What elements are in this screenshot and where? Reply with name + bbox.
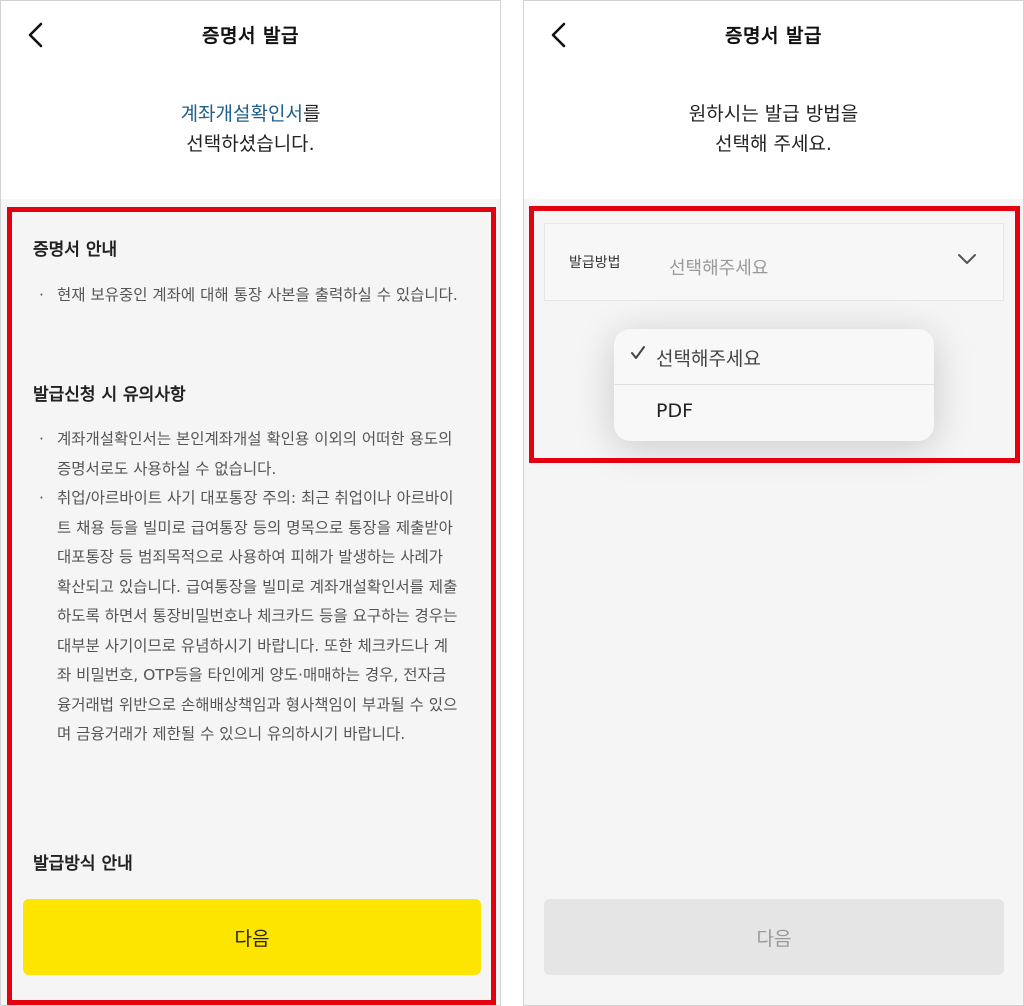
method-intro: 원하시는 발급 방법을 선택해 주세요. [524,99,1023,159]
app-header: 증명서 발급 [1,1,500,69]
left-screen: 증명서 발급 계좌개설확인서를 선택하셨습니다. 증명서 안내 · 현재 보유중… [0,0,501,1006]
intro-line-2: 선택하셨습니다. [186,133,315,155]
app-header: 증명서 발급 [524,1,1023,69]
selected-certificate-name: 계좌개설확인서 [180,103,303,125]
selection-intro: 계좌개설확인서를 선택하셨습니다. [1,99,500,159]
page-title: 증명서 발급 [724,25,822,47]
intro-suffix: 를 [302,103,321,125]
page-title: 증명서 발급 [201,25,299,47]
intro-line-1: 원하시는 발급 방법을 [688,103,859,125]
highlight-outline [7,207,496,1005]
highlight-outline [529,206,1020,463]
intro-line-2: 선택해 주세요. [715,133,832,155]
next-button[interactable]: 다음 [544,899,1004,975]
right-screen: 증명서 발급 원하시는 발급 방법을 선택해 주세요. 발급방법 선택해주세요 … [523,0,1024,1006]
